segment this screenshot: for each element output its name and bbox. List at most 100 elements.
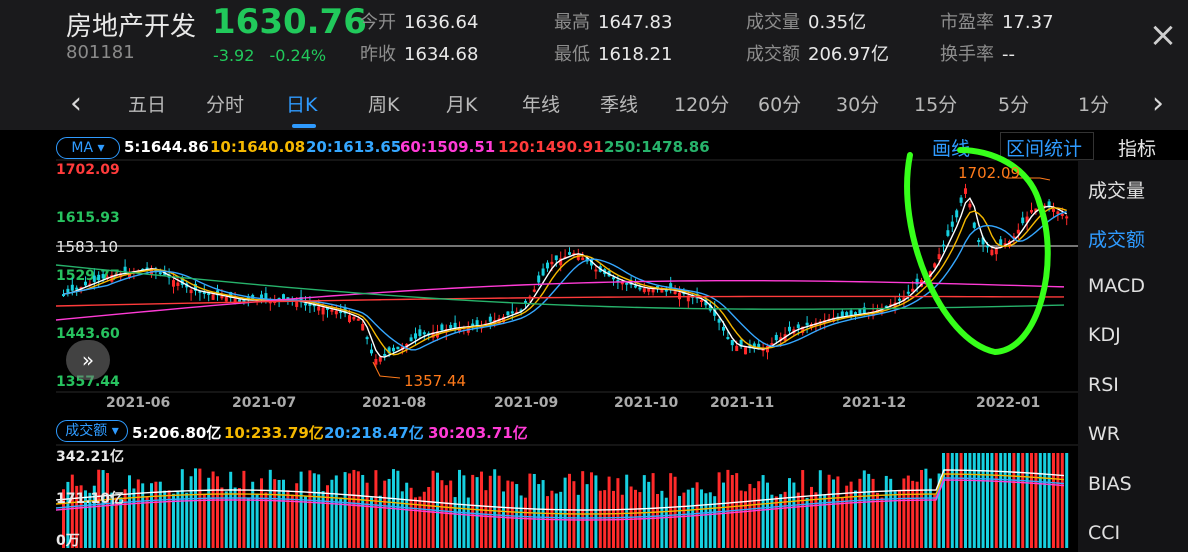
high-annotation: 1702.09: [958, 164, 1021, 182]
volume-indicator-selector[interactable]: 成交额 ▾: [56, 420, 128, 442]
volume-bar: [136, 479, 140, 548]
volume-bar: [374, 470, 378, 548]
volume-bar: [299, 471, 303, 548]
volume-bar: [383, 480, 387, 548]
volume-bar: [774, 496, 778, 548]
volume-bar: [854, 490, 857, 548]
volume-bar: [528, 473, 532, 548]
volume-bar: [145, 496, 149, 548]
volume-bar: [207, 477, 211, 548]
volume-bar: [1025, 453, 1029, 548]
volume-bar: [462, 475, 466, 548]
volume-bar: [880, 497, 884, 548]
volume-bar: [488, 475, 492, 548]
volume-bar: [691, 487, 695, 548]
candlestick: [642, 288, 646, 293]
volume-bar: [1060, 453, 1064, 548]
candlestick: [1016, 229, 1020, 234]
volume-bar: [1047, 453, 1051, 548]
candlestick: [158, 272, 162, 275]
volume-bar: [343, 472, 347, 548]
volume-axis-zero: 0万: [56, 533, 80, 549]
volume-bar: [686, 489, 690, 548]
kline-chart[interactable]: [0, 0, 1188, 552]
volume-bar: [656, 493, 659, 548]
volume-bar: [409, 487, 413, 548]
volume-bar: [554, 493, 558, 548]
volume-bar: [871, 478, 875, 548]
candlestick: [722, 326, 725, 331]
candlestick: [964, 188, 967, 194]
candlestick: [330, 309, 334, 312]
volume-bar: [471, 474, 475, 548]
volume-bar: [128, 475, 131, 548]
volume-bar: [990, 453, 994, 548]
volume-bar: [211, 471, 215, 548]
volume-bar: [220, 487, 224, 548]
volume-bar: [506, 480, 510, 548]
volume-bar: [818, 470, 822, 548]
volume-bar: [902, 478, 906, 548]
volume-bar: [700, 489, 703, 548]
candlestick: [972, 222, 976, 228]
volume-bar: [352, 469, 356, 548]
candlestick: [414, 333, 417, 339]
volume-bar: [840, 497, 844, 548]
volume-bar: [348, 473, 351, 548]
volume-bar: [920, 469, 923, 548]
candlestick: [858, 309, 862, 314]
candlestick: [66, 288, 70, 293]
candlestick: [647, 288, 651, 292]
candlestick: [92, 275, 96, 282]
candlestick: [189, 289, 193, 294]
volume-bar: [216, 476, 219, 548]
vol-ma30-label: 30:203.71亿: [428, 424, 528, 442]
candlestick: [568, 252, 571, 255]
candlestick: [678, 292, 681, 300]
volume-bar: [730, 475, 734, 548]
candlestick: [735, 345, 739, 352]
volume-bar: [972, 453, 976, 548]
volume-bar: [981, 453, 985, 548]
volume-bar: [422, 491, 426, 548]
candlestick: [898, 298, 901, 301]
volume-axis-mid: 171.10亿: [56, 491, 125, 507]
volume-bar: [968, 453, 972, 548]
volume-bar: [251, 481, 255, 548]
volume-bar: [576, 494, 580, 548]
volume-bar: [1038, 453, 1042, 548]
volume-bar: [295, 483, 299, 548]
fast-forward-icon[interactable]: »: [66, 340, 110, 380]
volume-bar: [642, 475, 646, 548]
candlestick: [854, 312, 857, 315]
candlestick: [97, 274, 101, 281]
candlestick: [488, 316, 492, 322]
candlestick: [1065, 216, 1069, 219]
volume-bar: [977, 453, 981, 548]
candlestick: [805, 322, 809, 326]
volume-bar: [942, 453, 945, 548]
candlestick: [554, 255, 558, 261]
volume-bar: [827, 474, 831, 548]
candlestick: [475, 320, 479, 326]
date-label: 2021-08: [362, 395, 427, 411]
volume-bar: [238, 488, 241, 548]
date-label: 2021-11: [710, 395, 775, 411]
candlestick: [634, 285, 637, 288]
volume-bar: [180, 469, 184, 548]
volume-bar: [387, 478, 391, 548]
candlestick: [418, 329, 422, 336]
volume-bar: [717, 472, 721, 548]
vol-ma10-label: 10:233.79亿: [224, 424, 324, 442]
date-label: 2021-12: [842, 395, 907, 411]
volume-bar: [708, 492, 712, 548]
volume-bar: [928, 478, 932, 548]
volume-bar: [1021, 453, 1025, 548]
candlestick: [172, 280, 175, 287]
candlestick: [550, 261, 554, 265]
candlestick: [317, 306, 321, 311]
candlestick: [849, 310, 853, 316]
candlestick: [673, 291, 677, 295]
volume-bar: [986, 453, 989, 548]
volume-bar: [321, 491, 325, 548]
